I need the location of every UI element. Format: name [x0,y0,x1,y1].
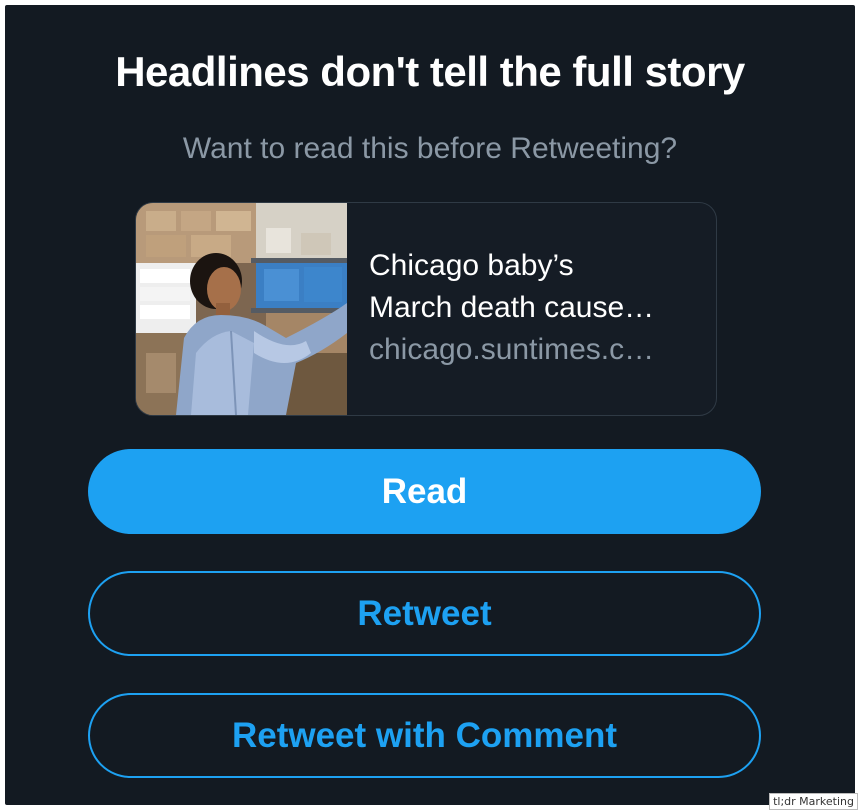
article-domain: chicago.suntimes.c… [369,333,655,366]
retweet-prompt-dialog: Headlines don't tell the full story Want… [5,5,855,805]
dialog-headline: Headlines don't tell the full story [115,48,745,95]
article-title-line-2: March death cause… [369,291,655,324]
retweet-with-comment-button[interactable]: Retweet with Comment [88,693,761,778]
article-title-line-1: Chicago baby’s [369,249,574,282]
article-link-card[interactable]: Chicago baby’s March death cause… chicag… [135,202,717,416]
watermark-label: tl;dr Marketing [769,793,858,810]
article-thumbnail [136,203,347,415]
read-button[interactable]: Read [88,449,761,534]
article-text: Chicago baby’s March death cause… chicag… [369,245,699,371]
dialog-subheadline: Want to read this before Retweeting? [182,132,678,165]
retweet-button[interactable]: Retweet [88,571,761,656]
